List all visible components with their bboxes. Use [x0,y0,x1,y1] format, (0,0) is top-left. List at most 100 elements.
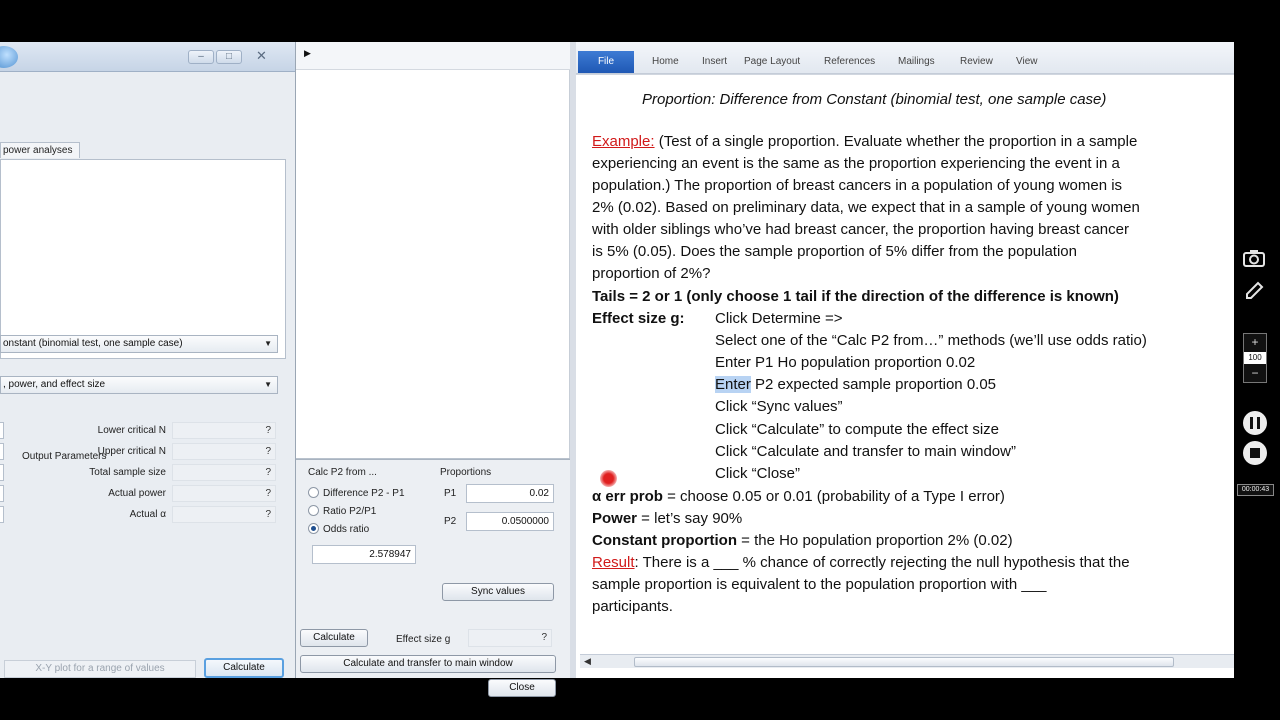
pointer-highlight-icon [600,470,617,487]
result-text: : There is a ___ % chance of correctly r… [634,554,1130,571]
screen: – □ ✕ power analyses onstant (binomial t… [0,0,1280,720]
window-topbar: ▶ [296,42,570,70]
word-window: File Home Insert Page Layout References … [570,42,1234,678]
example-line-2: experiencing an event is the same as the… [592,155,1120,172]
step-7: Click “Calculate and transfer to main wi… [715,443,1016,460]
tab-power-analyses[interactable]: power analyses [0,142,80,158]
group-title: Proportions [440,467,492,478]
result-label: Result [592,554,635,571]
pause-icon[interactable] [1243,411,1267,435]
zoom-control: + 100 − [1243,333,1267,383]
output-label: Actual power [108,488,166,499]
output-value: ? [172,485,276,502]
close-icon[interactable]: ✕ [256,48,267,64]
expand-arrow-icon[interactable]: ▶ [304,48,311,59]
p2-row: P2 0.0500000 [440,512,564,532]
gpower-titlebar: – □ ✕ [0,42,295,72]
output-label: Total sample size [89,467,166,478]
calculate-transfer-button[interactable]: Calculate and transfer to main window [300,655,556,673]
tails-text: Tails = 2 or 1 (only choose 1 tail if th… [592,288,1119,305]
graph-area [296,70,570,494]
tab-references[interactable]: References [824,56,875,67]
example-line-4: 2% (0.02). Based on preliminary data, we… [592,199,1140,216]
step-1: Click Determine => [715,310,843,327]
radio-odds-ratio[interactable]: Odds ratio [308,523,369,537]
output-value: ? [172,443,276,460]
document-page[interactable]: Proportion: Difference from Constant (bi… [576,74,1234,652]
tab-view[interactable]: View [1016,56,1038,67]
result-line-3: participants. [592,598,673,615]
output-label: Upper critical N [97,446,166,457]
close-button[interactable]: Close [488,679,556,697]
radio-label: Ratio P2/P1 [323,506,377,517]
odds-ratio-input[interactable]: 2.578947 [312,545,416,564]
output-lower-critical-n: Lower critical N ? [0,422,278,440]
tab-page-layout[interactable]: Page Layout [744,56,800,67]
result-line-2: sample proportion is equivalent to the p… [592,576,1047,593]
radio-label: Odds ratio [323,524,370,535]
example-line-7: proportion of 2%? [592,265,711,282]
dropdown-arrow-icon: ▼ [264,380,272,389]
calculate-effect-button[interactable]: Calculate [300,629,368,647]
document-heading: Proportion: Difference from Constant (bi… [642,91,1107,108]
output-actual-alpha: Actual α ? [0,506,278,524]
radio-ratio[interactable]: Ratio P2/P1 [308,505,376,519]
radio-difference[interactable]: Difference P2 - P1 [308,487,405,501]
example-line-1: Example: (Test of a single proportion. E… [592,133,1137,150]
tab-file[interactable]: File [578,51,634,73]
p2-input[interactable]: 0.0500000 [466,512,554,531]
p1-input[interactable]: 0.02 [466,484,554,503]
step-5: Click “Sync values” [715,398,843,415]
app-orb-icon[interactable] [0,46,18,68]
example-label: Example: [592,133,655,150]
step-3: Enter P1 Ho population proportion 0.02 [715,354,976,371]
scroll-left-icon[interactable]: ◀ [584,656,591,667]
zoom-in-button[interactable]: + [1244,335,1266,349]
camera-icon[interactable] [1242,248,1266,274]
alpha-label: α err prob [592,488,663,505]
tab-insert[interactable]: Insert [702,56,727,67]
radio-icon [308,487,319,498]
horizontal-scrollbar[interactable]: ◀ [580,654,1234,668]
example-text: (Test of a single proportion. Evaluate w… [654,133,1138,150]
minimize-button[interactable]: – [188,50,214,64]
example-line-3: population.) The proportion of breast ca… [592,177,1123,194]
zoom-out-button[interactable]: − [1244,366,1266,380]
power-label: Power [592,510,638,527]
analysis-type-select[interactable]: , power, and effect size ▼ [0,376,278,394]
tab-home[interactable]: Home [652,56,679,67]
step-4-rest: P2 expected sample proportion 0.05 [750,376,997,393]
p1-label: P1 [444,488,457,499]
output-value: ? [172,506,276,523]
divider [296,459,570,460]
power-text: = let’s say 90% [637,510,743,527]
central-distribution-area [0,159,286,359]
stop-icon[interactable] [1243,441,1267,465]
maximize-button[interactable]: □ [216,50,242,64]
pen-icon[interactable] [1242,280,1266,308]
output-upper-critical-n: Upper critical N ? [0,443,278,461]
calc-p2-group: Calc P2 from ... Difference P2 - P1 Rati… [304,467,430,547]
example-line-6: is 5% (0.05). Does the sample proportion… [592,243,1077,260]
output-label: Lower critical N [97,425,166,436]
sync-values-button[interactable]: Sync values [442,583,554,601]
tab-mailings[interactable]: Mailings [898,56,935,67]
xy-plot-button[interactable]: X-Y plot for a range of values [4,660,196,678]
effect-size-dialog: Calc P2 from ... Difference P2 - P1 Rati… [296,458,570,697]
step-8: Click “Close” [715,465,801,482]
group-title: Calc P2 from ... [308,467,377,478]
calculate-button[interactable]: Calculate [204,658,284,678]
alpha-line: α err prob = choose 0.05 or 0.01 (probab… [592,488,1005,505]
zoom-level: 100 [1244,352,1266,364]
statistical-test-select[interactable]: onstant (binomial test, one sample case)… [0,335,278,353]
output-actual-power: Actual power ? [0,485,278,503]
scrollbar-thumb[interactable] [634,657,1174,667]
effect-size-value: ? [468,629,552,647]
step-4: Enter P2 expected sample proportion 0.05 [715,376,996,393]
proportions-group: Proportions P1 0.02 P2 0.0500000 [436,467,564,547]
ribbon-tabs: File Home Insert Page Layout References … [576,42,1234,74]
effect-size-label: Effect size g [396,634,451,645]
result-line-1: Result: There is a ___ % chance of corre… [592,554,1130,571]
tab-review[interactable]: Review [960,56,993,67]
effect-size-window: ▶ Calc P2 from ... Difference P2 - P1 Ra… [296,42,570,697]
